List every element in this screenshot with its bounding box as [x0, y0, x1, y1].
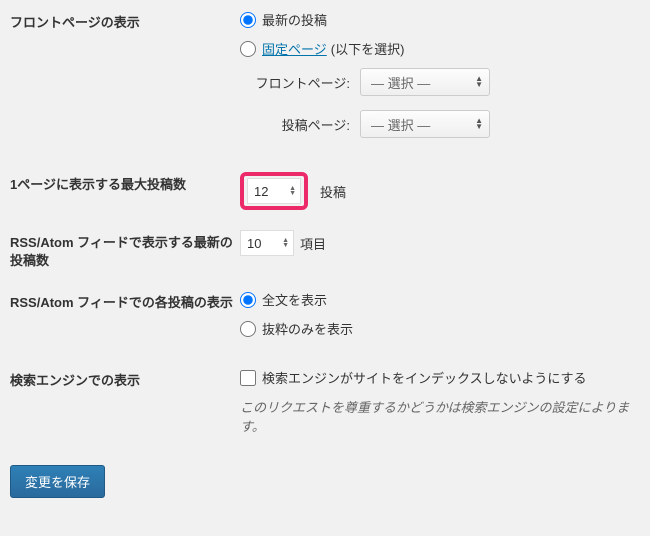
rss-count-label: RSS/Atom フィードで表示する最新の投稿数: [10, 230, 240, 270]
rss-count-value: 10: [247, 236, 282, 251]
front-page-static-radio[interactable]: [240, 41, 256, 57]
rss-full-radio[interactable]: [240, 292, 256, 308]
stepper-icon[interactable]: ▲▼: [289, 186, 296, 196]
posts-per-page-highlight: 12 ▲▼: [240, 172, 308, 210]
posts-per-page-input[interactable]: 12 ▲▼: [247, 178, 301, 204]
rss-excerpt-label: 抜粋のみを表示: [262, 319, 353, 338]
chevron-updown-icon: ▲▼: [475, 76, 483, 88]
posts-per-page-label: 1ページに表示する最大投稿数: [10, 172, 240, 194]
front-page-select-label: フロントページ:: [240, 73, 360, 92]
posts-per-page-suffix: 投稿: [320, 182, 346, 201]
front-page-display-label: フロントページの表示: [10, 10, 240, 32]
search-engine-checkbox[interactable]: [240, 370, 256, 386]
posts-per-page-value: 12: [254, 184, 289, 199]
posts-page-select-value: — 選択 —: [371, 115, 430, 134]
front-page-static-link[interactable]: 固定ページ: [262, 39, 327, 58]
front-page-latest-label: 最新の投稿: [262, 10, 327, 29]
rss-count-input[interactable]: 10 ▲▼: [240, 230, 294, 256]
front-page-select[interactable]: — 選択 — ▲▼: [360, 68, 490, 96]
rss-count-suffix: 項目: [300, 234, 326, 253]
posts-page-select-label: 投稿ページ:: [240, 115, 360, 134]
rss-full-label: 全文を表示: [262, 290, 327, 309]
rss-excerpt-radio[interactable]: [240, 321, 256, 337]
rss-display-label: RSS/Atom フィードでの各投稿の表示: [10, 290, 240, 312]
save-changes-button[interactable]: 変更を保存: [10, 465, 105, 498]
stepper-icon[interactable]: ▲▼: [282, 238, 289, 248]
search-engine-checkbox-label: 検索エンジンがサイトをインデックスしないようにする: [262, 368, 586, 387]
front-page-latest-radio[interactable]: [240, 12, 256, 28]
posts-page-select[interactable]: — 選択 — ▲▼: [360, 110, 490, 138]
search-engine-description: このリクエストを尊重するかどうかは検索エンジンの設定によります。: [240, 397, 640, 435]
front-page-select-value: — 選択 —: [371, 73, 430, 92]
chevron-updown-icon: ▲▼: [475, 118, 483, 130]
front-page-static-paren: (以下を選択): [331, 39, 405, 58]
search-engine-label: 検索エンジンでの表示: [10, 368, 240, 390]
